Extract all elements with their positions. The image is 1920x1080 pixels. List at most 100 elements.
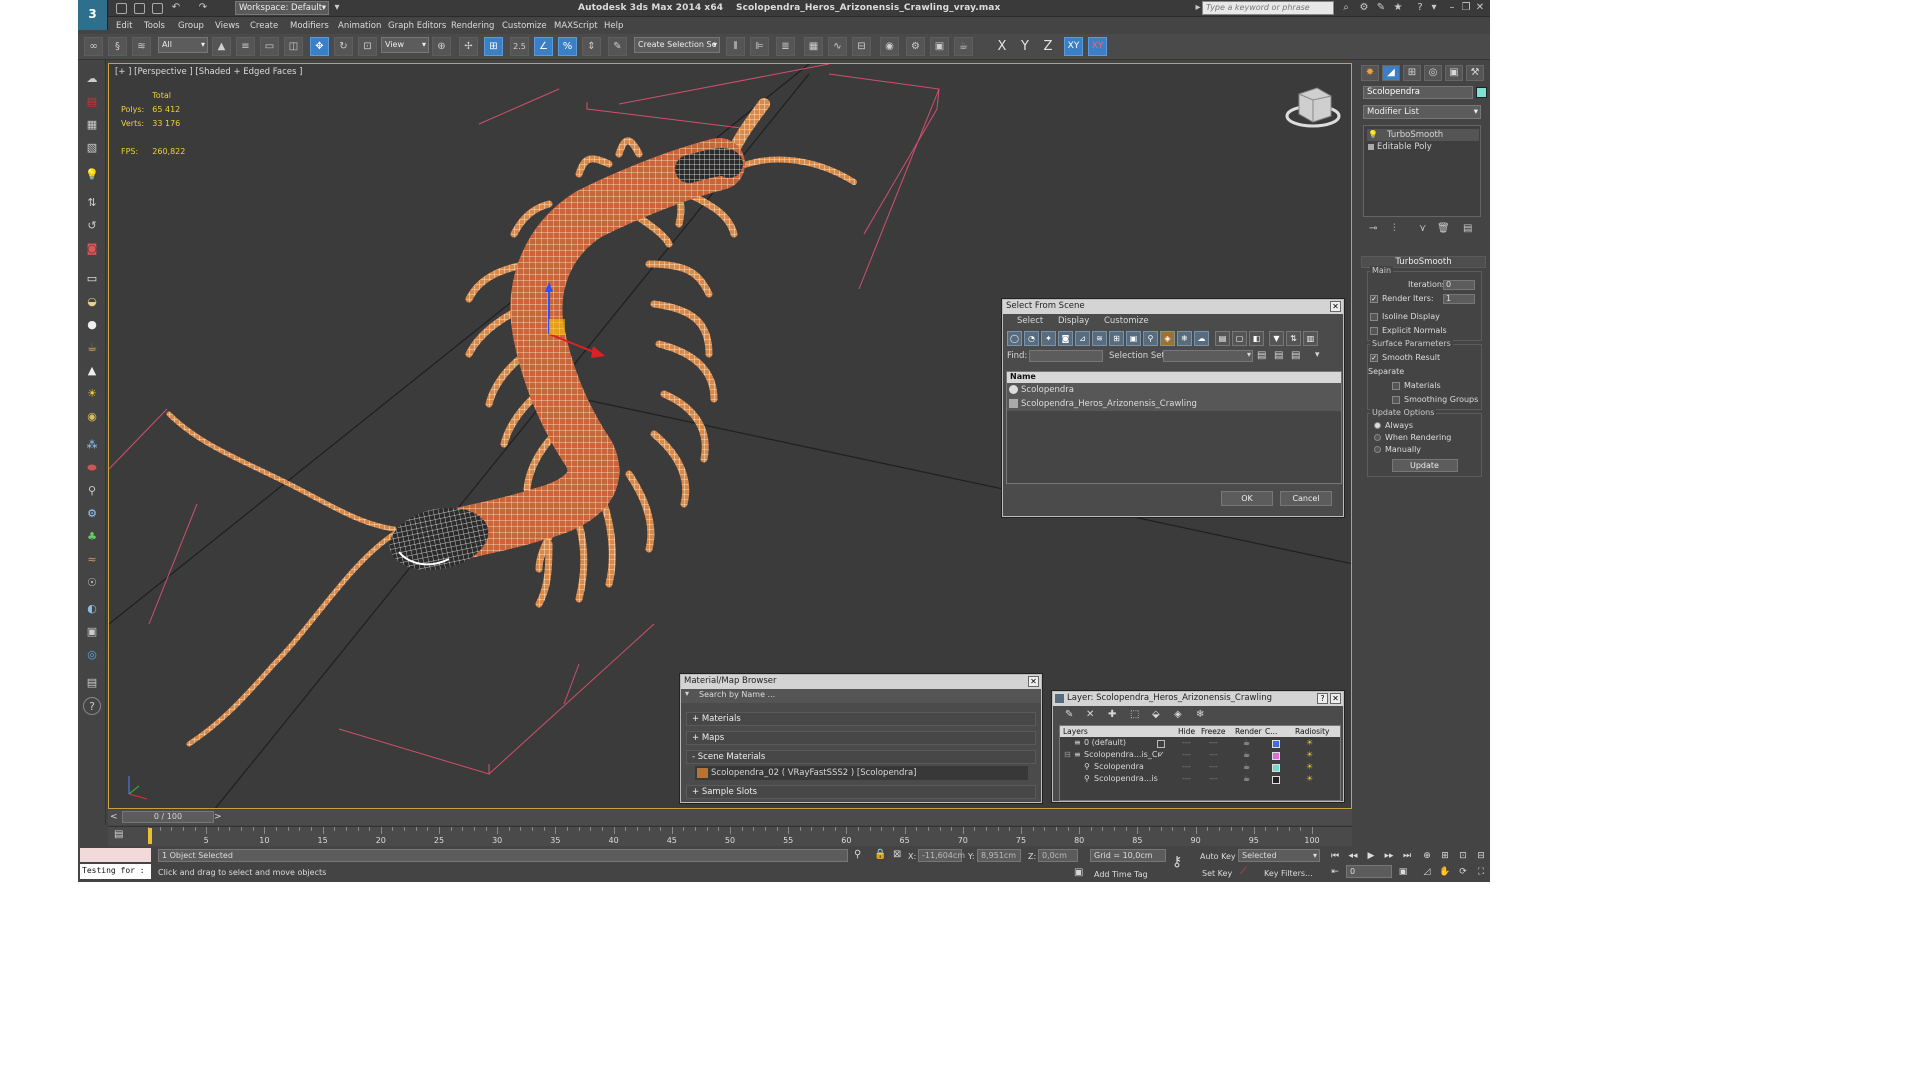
select-and-rotate-icon[interactable]: ↻ xyxy=(334,37,353,56)
vray-sphere-icon[interactable]: ◐ xyxy=(83,600,101,618)
display-xrefs-icon[interactable]: ▣ xyxy=(1126,331,1141,346)
radiosity-icon[interactable]: ☀ xyxy=(1306,738,1313,747)
open-file-icon[interactable] xyxy=(134,3,145,14)
search-icon[interactable]: ⌕ xyxy=(1340,3,1352,14)
menu-views[interactable]: Views xyxy=(215,21,240,31)
layer-row[interactable]: ⚲ Scolopendra...is --- --- ☕ ☀ xyxy=(1060,774,1340,786)
layer-color-swatch[interactable] xyxy=(1272,764,1280,772)
hide-all-icon[interactable]: ◈ xyxy=(1174,709,1182,720)
foliage-icon[interactable]: ♣ xyxy=(83,528,101,546)
hair-icon[interactable]: ≈ xyxy=(83,551,101,569)
collapse-box-icon[interactable] xyxy=(1368,144,1374,150)
select-and-scale-icon[interactable]: ⊡ xyxy=(358,37,377,56)
scene-object-list[interactable]: Name Scolopendra Scolopendra_Heros_Arizo… xyxy=(1006,371,1342,484)
close-icon[interactable]: ✕ xyxy=(1330,301,1341,312)
graphite-ribbon-icon[interactable]: ▦ xyxy=(804,37,823,56)
display-cameras-icon[interactable]: ◙ xyxy=(1058,331,1073,346)
zoom-extents-all-icon[interactable]: ⊟ xyxy=(1474,850,1488,862)
restore-icon[interactable]: ❐ xyxy=(1460,3,1472,14)
update-button[interactable]: Update xyxy=(1391,459,1458,472)
select-and-move-icon[interactable]: ✥ xyxy=(310,37,329,56)
spinner-snap-icon[interactable]: ⇕ xyxy=(582,37,601,56)
pan-view-icon[interactable]: ✋ xyxy=(1438,866,1452,878)
menu-maxscript[interactable]: MAXScript xyxy=(554,21,598,31)
current-layer-checkbox[interactable] xyxy=(1157,740,1165,748)
maximize-viewport-icon[interactable]: ⛶ xyxy=(1474,866,1488,878)
column-layers[interactable]: Layers xyxy=(1063,726,1088,737)
zoom-icon[interactable]: ⊕ xyxy=(1420,850,1434,862)
selection-lock-icon[interactable]: 🔒 xyxy=(874,849,886,860)
material-search-input[interactable]: Search by Name ... xyxy=(699,690,775,699)
display-shapes-icon[interactable]: ◔ xyxy=(1024,331,1039,346)
sun-icon[interactable]: ☀ xyxy=(83,385,101,403)
go-to-end-icon[interactable]: ⏭ xyxy=(1400,850,1414,862)
named-selection-set-dropdown[interactable]: Create Selection Se ▾ xyxy=(634,37,720,53)
select-by-name-icon[interactable]: ≡ xyxy=(236,37,255,56)
next-key-icon[interactable]: ▸▸ xyxy=(1382,850,1396,862)
maxscript-listener-white[interactable]: Testing for : xyxy=(80,864,151,879)
align-icon[interactable]: ⊫ xyxy=(750,37,769,56)
display-space-warps-icon[interactable]: ≋ xyxy=(1092,331,1107,346)
maps-section-header[interactable]: + Maps xyxy=(686,731,1036,745)
next-frame-icon[interactable]: > xyxy=(214,812,222,822)
hide-toggle[interactable]: --- xyxy=(1182,762,1191,771)
display-none-icon[interactable]: ▢ xyxy=(1232,331,1247,346)
key-mode-toggle-icon[interactable]: ⇤ xyxy=(1328,866,1342,878)
previous-key-icon[interactable]: ◂◂ xyxy=(1346,850,1360,862)
highlight-layer-icon[interactable]: ⬙ xyxy=(1152,709,1160,720)
columns-icon[interactable]: ▥ xyxy=(1303,331,1318,346)
ok-button[interactable]: OK xyxy=(1221,491,1273,506)
material-browser-titlebar[interactable]: Material/Map Browser ✕ xyxy=(681,675,1041,689)
create-layer-icon[interactable]: ✎ xyxy=(1065,709,1073,720)
window-crossing-icon[interactable]: ◫ xyxy=(284,37,303,56)
undo-icon[interactable]: ↶ xyxy=(170,3,182,14)
hide-toggle[interactable]: --- xyxy=(1182,774,1191,783)
delete-layer-icon[interactable]: ✕ xyxy=(1086,709,1094,720)
render-teapot-icon[interactable]: ☕ xyxy=(1243,738,1250,747)
column-render[interactable]: Render xyxy=(1235,726,1262,737)
menu-tools[interactable]: Tools xyxy=(144,21,165,31)
stack-item-turbosmooth[interactable]: 💡 TurboSmooth xyxy=(1367,129,1479,141)
remove-modifier-icon[interactable]: 🗑 xyxy=(1437,223,1450,234)
select-manipulate-icon[interactable]: ✢ xyxy=(459,37,478,56)
menu-create[interactable]: Create xyxy=(250,21,278,31)
biped-icon[interactable]: ☉ xyxy=(83,574,101,592)
menu-group[interactable]: Group xyxy=(178,21,204,31)
bulb-icon[interactable]: 💡 xyxy=(1368,129,1378,141)
utilities-tab-icon[interactable]: ⚒ xyxy=(1466,65,1484,81)
viewport-label[interactable]: [+ ] [Perspective ] [Shaded + Edged Face… xyxy=(115,67,302,77)
find-input[interactable] xyxy=(1029,350,1103,362)
menu-graph-editors[interactable]: Graph Editors xyxy=(388,21,446,31)
current-frame-marker[interactable] xyxy=(148,828,152,844)
display-frozen-icon[interactable]: ❄ xyxy=(1177,331,1192,346)
object-color-swatch[interactable] xyxy=(1476,87,1487,98)
menu-display[interactable]: Display xyxy=(1058,316,1089,326)
angle-snap-icon[interactable]: ∠ xyxy=(534,37,553,56)
restrict-y-button[interactable]: Y xyxy=(1016,39,1034,54)
help-icon[interactable]: ? xyxy=(1414,3,1426,14)
manually-radio[interactable] xyxy=(1374,446,1381,453)
render-production-icon[interactable]: ☕ xyxy=(954,37,973,56)
display-hidden-icon[interactable]: ☁ xyxy=(1194,331,1209,346)
display-groups-icon[interactable]: ⊞ xyxy=(1109,331,1124,346)
hierarchy-tab-icon[interactable]: ⊞ xyxy=(1403,65,1421,81)
reference-coordinate-dropdown[interactable]: View ▾ xyxy=(381,37,429,53)
menu-edit[interactable]: Edit xyxy=(116,21,132,31)
perspective-viewport[interactable]: [+ ] [Perspective ] [Shaded + Edged Face… xyxy=(108,63,1352,809)
rendered-frame-window-icon[interactable]: ▣ xyxy=(930,37,949,56)
render-teapot-icon[interactable]: ☕ xyxy=(1243,774,1250,783)
list-item[interactable]: Scolopendra xyxy=(1007,383,1341,397)
add-time-tag[interactable]: Add Time Tag xyxy=(1094,870,1148,879)
menu-modifiers[interactable]: Modifiers xyxy=(290,21,329,31)
filter-icon[interactable]: ▼ xyxy=(1269,331,1284,346)
selection-set-dropdown[interactable]: ▾ xyxy=(1163,350,1253,362)
select-from-scene-titlebar[interactable]: Select From Scene ✕ xyxy=(1003,300,1343,314)
track-bar[interactable]: 5 10 15 20 25 30 35 40 45 50 55 60 65 70 75 80 85 90 95 100… xyxy=(108,826,1352,846)
maxscript-listener-pink[interactable] xyxy=(80,848,151,862)
snaps-toggle-icon[interactable]: 2.5 xyxy=(510,37,529,56)
display-bones-icon[interactable]: ⚲ xyxy=(1143,331,1158,346)
help-circle-icon[interactable]: ? xyxy=(83,697,101,715)
rotate-view-icon[interactable]: ↺ xyxy=(83,217,101,235)
help-dropdown-icon[interactable]: ▾ xyxy=(1428,3,1440,14)
sample-slots-section-header[interactable]: + Sample Slots xyxy=(686,785,1036,799)
